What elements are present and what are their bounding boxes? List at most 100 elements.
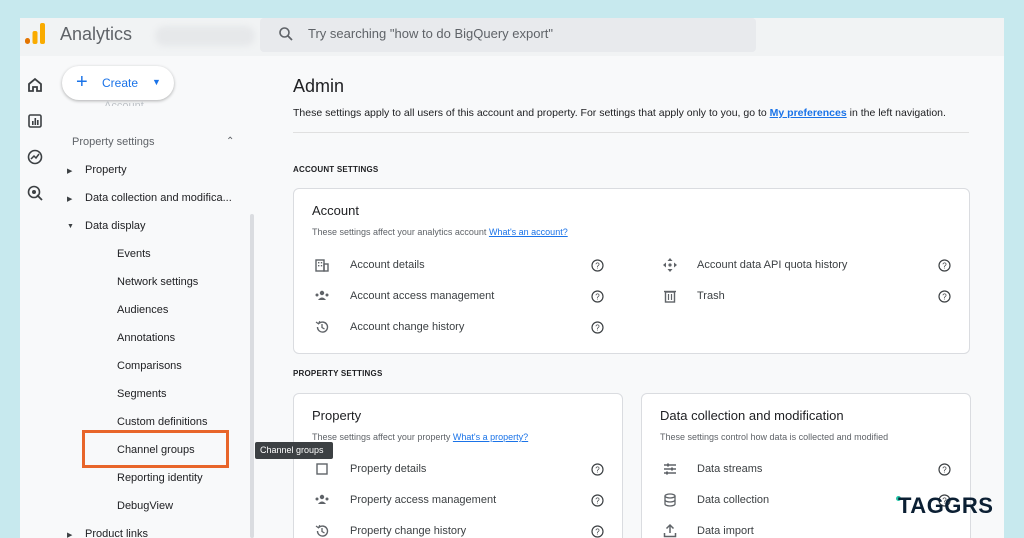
whats-a-property-link[interactable]: What's a property? <box>453 432 528 442</box>
svg-text:?: ? <box>595 261 600 270</box>
help-icon[interactable]: ? <box>591 321 604 334</box>
admin-main: Admin These settings apply to all users … <box>260 56 1004 538</box>
streams-icon <box>664 463 676 475</box>
account-selector[interactable] <box>155 26 255 46</box>
nav-item-property[interactable]: Property <box>85 164 127 176</box>
property-card-desc-text: These settings affect your property <box>312 432 453 442</box>
nav-item-data-collection[interactable]: Data collection and modifica... <box>85 192 232 204</box>
nav-item-product-links[interactable]: Product links <box>85 528 148 538</box>
help-icon[interactable]: ? <box>591 290 604 303</box>
database-icon <box>664 493 676 507</box>
svg-text:?: ? <box>595 465 600 474</box>
nav-sub-custom-definitions[interactable]: Custom definitions <box>117 416 208 428</box>
move-arrows-icon <box>663 258 677 272</box>
svg-text:?: ? <box>942 465 947 474</box>
property-change-history-link[interactable]: Property change history <box>350 525 466 537</box>
nav-sub-comparisons[interactable]: Comparisons <box>117 360 182 372</box>
account-details-link[interactable]: Account details <box>350 259 425 271</box>
explore-icon[interactable] <box>26 148 44 166</box>
nav-sub-network-settings[interactable]: Network settings <box>117 276 198 288</box>
account-access-management-link[interactable]: Account access management <box>350 290 494 302</box>
collapse-triangle-icon[interactable]: ▼ <box>67 223 74 230</box>
property-settings-heading: PROPERTY SETTINGS <box>293 369 383 378</box>
intro-text: These settings apply to all users of thi… <box>293 107 946 119</box>
analytics-window: Analytics Try searching "how to do BigQu… <box>20 18 1004 538</box>
intro-text-body: These settings apply to all users of thi… <box>293 107 770 119</box>
trash-link[interactable]: Trash <box>697 290 725 302</box>
nav-sub-audiences[interactable]: Audiences <box>117 304 168 316</box>
help-icon[interactable]: ? <box>591 259 604 272</box>
help-icon[interactable]: ? <box>591 494 604 507</box>
help-icon[interactable]: ? <box>938 290 951 303</box>
property-details-link[interactable]: Property details <box>350 463 426 475</box>
nav-sub-segments[interactable]: Segments <box>117 388 167 400</box>
search-input[interactable]: Try searching "how to do BigQuery export… <box>308 26 553 41</box>
nav-scrollbar[interactable] <box>250 214 254 538</box>
building-icon <box>315 259 329 272</box>
expand-triangle-icon[interactable]: ▶ <box>67 167 72 175</box>
analytics-logo-icon[interactable] <box>24 22 46 46</box>
nav-sub-debugview[interactable]: DebugView <box>117 500 173 512</box>
data-import-link[interactable]: Data import <box>697 525 754 537</box>
help-icon[interactable]: ? <box>938 259 951 272</box>
expand-triangle-icon[interactable]: ▶ <box>67 531 72 538</box>
create-button[interactable]: + Create ▼ <box>62 66 174 100</box>
left-rail <box>20 56 50 538</box>
channel-groups-highlight <box>82 430 229 468</box>
search-icon <box>279 27 293 41</box>
svg-text:?: ? <box>595 292 600 301</box>
top-bar: Analytics Try searching "how to do BigQu… <box>20 18 1004 56</box>
account-change-history-link[interactable]: Account change history <box>350 321 464 333</box>
upload-icon <box>663 523 677 538</box>
divider <box>293 132 969 133</box>
nav-sub-annotations[interactable]: Annotations <box>117 332 175 344</box>
svg-text:?: ? <box>942 261 947 270</box>
intro-text-suffix: in the left navigation. <box>846 107 946 119</box>
account-settings-heading: ACCOUNT SETTINGS <box>293 165 379 174</box>
property-card: Property These settings affect your prop… <box>293 393 623 538</box>
history-icon <box>315 320 329 333</box>
property-access-management-link[interactable]: Property access management <box>350 494 496 506</box>
nav-item-data-display[interactable]: Data display <box>85 220 146 232</box>
svg-text:?: ? <box>595 496 600 505</box>
page-title: Admin <box>293 76 345 96</box>
advertising-icon[interactable] <box>26 184 44 202</box>
search-bar[interactable]: Try searching "how to do BigQuery export… <box>260 18 756 52</box>
taggrs-watermark: TAGGRS <box>898 493 994 518</box>
data-collection-card-title: Data collection and modification <box>660 408 844 423</box>
account-card: Account These settings affect your analy… <box>293 188 970 354</box>
data-collection-link[interactable]: Data collection <box>697 494 769 506</box>
reports-icon[interactable] <box>26 112 44 130</box>
create-label: Create <box>102 76 139 90</box>
svg-text:?: ? <box>595 527 600 536</box>
history-icon <box>315 524 329 537</box>
home-icon[interactable] <box>26 76 44 94</box>
plus-icon: + <box>76 71 88 93</box>
property-settings-header[interactable]: Property settings <box>72 136 155 148</box>
account-data-api-quota-history-link[interactable]: Account data API quota history <box>697 259 847 271</box>
trash-icon <box>664 290 676 303</box>
expand-triangle-icon[interactable]: ▶ <box>67 195 72 203</box>
data-collection-card-desc: These settings control how data is colle… <box>660 432 889 442</box>
people-icon <box>315 494 329 504</box>
my-preferences-link[interactable]: My preferences <box>770 107 847 119</box>
svg-text:?: ? <box>595 323 600 332</box>
property-card-title: Property <box>312 408 362 423</box>
app-title: Analytics <box>60 24 133 44</box>
channel-groups-tooltip: Channel groups <box>255 442 333 459</box>
data-streams-link[interactable]: Data streams <box>697 463 762 475</box>
caret-down-icon: ▼ <box>152 77 161 87</box>
chevron-up-icon[interactable]: ⌃ <box>226 136 234 147</box>
help-icon[interactable]: ? <box>591 525 604 538</box>
nav-sub-reporting-identity[interactable]: Reporting identity <box>117 472 203 484</box>
svg-text:?: ? <box>942 292 947 301</box>
account-card-desc: These settings affect your analytics acc… <box>312 227 568 237</box>
nav-sub-events[interactable]: Events <box>117 248 151 260</box>
help-icon[interactable]: ? <box>938 463 951 476</box>
people-icon <box>315 290 329 300</box>
property-card-desc: These settings affect your property What… <box>312 432 528 442</box>
help-icon[interactable]: ? <box>591 463 604 476</box>
account-nav-label[interactable]: Account <box>104 100 144 106</box>
account-card-title: Account <box>312 203 359 218</box>
whats-an-account-link[interactable]: What's an account? <box>489 227 568 237</box>
